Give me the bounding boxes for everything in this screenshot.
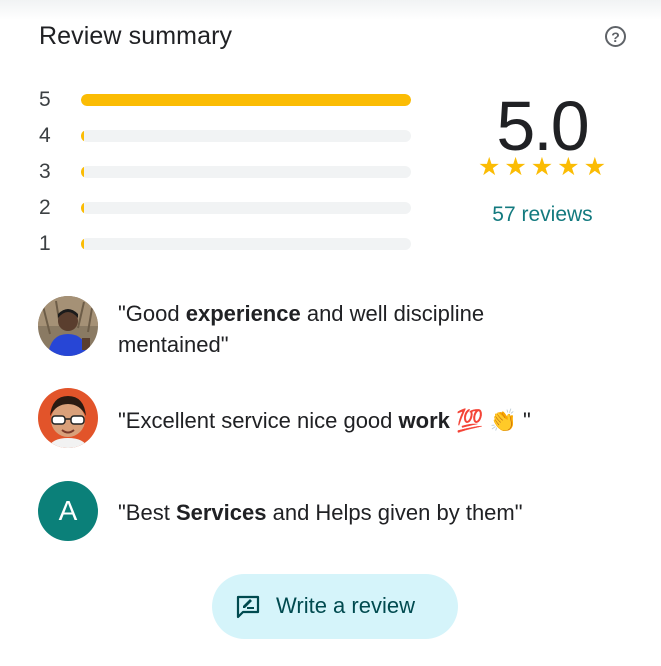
snippet-text: "Good experience and well discipline men… xyxy=(118,298,558,360)
snippet-highlight: work xyxy=(398,408,450,433)
rating-bar-fill xyxy=(81,238,84,250)
user-photo-icon xyxy=(38,296,98,356)
rating-bar-star-label: 5 xyxy=(39,88,51,111)
rating-bar-row[interactable]: 2 xyxy=(39,196,419,220)
star-rating: ★ ★ ★ ★ ★ xyxy=(478,153,606,181)
section-title: Review summary xyxy=(39,22,233,50)
star-icon: ★ xyxy=(478,153,501,181)
snippet-highlight: Services xyxy=(175,500,267,525)
snippet-text-part: "Best xyxy=(118,500,176,525)
avatar[interactable] xyxy=(38,296,98,356)
rating-bar-star-label: 4 xyxy=(39,124,51,147)
write-review-label: Write a review xyxy=(276,593,415,618)
snippet-highlight: experience xyxy=(185,301,301,326)
snippet-text-part: 💯 👏 " xyxy=(449,408,531,433)
rating-bar-fill xyxy=(81,202,84,214)
rating-bar-row[interactable]: 4 xyxy=(39,124,419,148)
rating-bar-track xyxy=(81,202,411,214)
rating-bar-track xyxy=(81,94,411,106)
top-shadow xyxy=(0,0,661,20)
help-icon[interactable]: ? xyxy=(605,26,626,47)
rating-bar-row[interactable]: 5 xyxy=(39,88,419,112)
rating-bar-fill xyxy=(81,94,411,106)
rating-bar-star-label: 2 xyxy=(39,196,51,219)
review-count-link[interactable]: 57 reviews xyxy=(470,203,615,227)
rating-bar-fill xyxy=(81,166,84,178)
snippet-text-part: "Good xyxy=(118,301,186,326)
write-review-button[interactable]: Write a review xyxy=(212,574,458,639)
rating-bar-track xyxy=(81,130,411,142)
rating-bar-track xyxy=(81,238,411,250)
star-icon: ★ xyxy=(583,153,606,181)
snippet-text: "Best Services and Helps given by them" xyxy=(118,497,578,528)
rating-bar-row[interactable]: 3 xyxy=(39,160,419,184)
star-icon: ★ xyxy=(504,153,527,181)
avatar-letter: A xyxy=(58,495,78,526)
snippet-text-part: "Excellent service nice good xyxy=(118,408,399,433)
avatar[interactable]: A xyxy=(38,481,98,541)
star-icon: ★ xyxy=(530,153,554,181)
snippet-text-part: and Helps given by them" xyxy=(266,500,523,525)
rating-bar-track xyxy=(81,166,411,178)
avatar[interactable] xyxy=(38,388,98,448)
user-photo-icon xyxy=(38,388,98,448)
rating-bar-star-label: 1 xyxy=(39,232,51,255)
rating-bar-star-label: 3 xyxy=(39,160,51,183)
snippet-text: "Excellent service nice good work 💯 👏 " xyxy=(118,405,568,436)
rating-bar-fill xyxy=(81,130,84,142)
rate-review-icon xyxy=(236,595,260,619)
rating-bar-row[interactable]: 1 xyxy=(39,232,419,256)
star-icon: ★ xyxy=(557,153,580,181)
